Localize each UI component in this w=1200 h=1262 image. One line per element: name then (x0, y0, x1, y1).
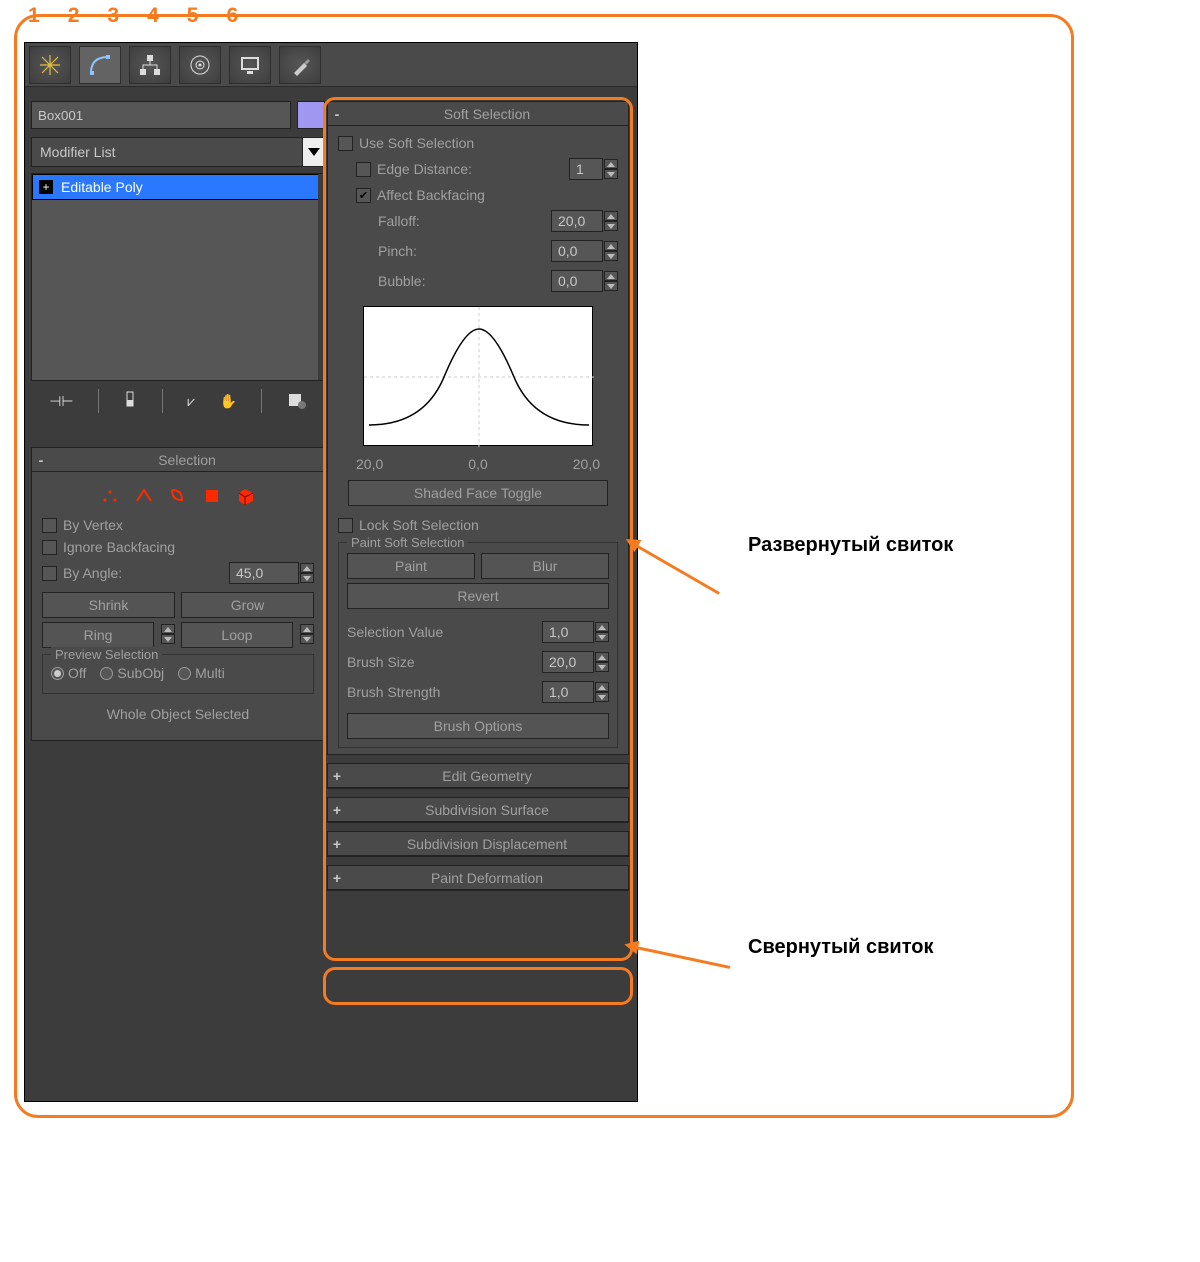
grow-button[interactable]: Grow (181, 592, 314, 618)
selection-value-spinner[interactable]: 1,0 (542, 620, 609, 644)
ring-button[interactable]: Ring (42, 622, 154, 648)
callout-collapsed: Свернутый свиток (636, 936, 1106, 959)
selection-status: Whole Object Selected (42, 694, 314, 734)
brush-options-button[interactable]: Brush Options (347, 713, 609, 739)
make-unique-icon[interactable]: ⩗ (187, 393, 195, 410)
minus-icon: - (32, 452, 50, 468)
stack-item-label: Editable Poly (61, 179, 143, 195)
object-color-swatch[interactable] (297, 101, 325, 129)
paint-deformation-rollout: +Paint Deformation (327, 865, 629, 891)
by-angle-spinner[interactable]: 45,0 (229, 561, 314, 585)
paint-button[interactable]: Paint (347, 553, 475, 579)
soft-selection-rollout: - Soft Selection Use Soft Selection Edge… (327, 101, 629, 755)
edge-level-icon[interactable] (132, 484, 156, 508)
minus-icon: - (328, 106, 346, 122)
panel-tabs (25, 43, 637, 87)
hierarchy-tab[interactable] (129, 46, 171, 84)
display-tab[interactable] (229, 46, 271, 84)
edit-geometry-rollout: +Edit Geometry (327, 763, 629, 789)
brush-size-spinner[interactable]: 20,0 (542, 650, 609, 674)
loop-spinner[interactable] (299, 622, 314, 646)
subdivision-surface-rollout: +Subdivision Surface (327, 797, 629, 823)
subobject-level-icons (42, 478, 314, 514)
motion-tab[interactable] (179, 46, 221, 84)
revert-button[interactable]: Revert (347, 583, 609, 609)
preview-subobj-radio[interactable] (100, 667, 113, 680)
by-angle-checkbox[interactable] (42, 566, 57, 581)
polygon-level-icon[interactable] (200, 484, 224, 508)
soft-selection-header[interactable]: - Soft Selection (328, 102, 628, 126)
edge-distance-spinner[interactable]: 1 (569, 157, 618, 181)
tab-number-labels: 1 2 3 4 5 6 (28, 4, 238, 28)
paint-soft-selection-group: Paint Soft Selection Paint Blur Revert S… (338, 542, 618, 748)
affect-backfacing-checkbox[interactable] (356, 188, 371, 203)
by-vertex-checkbox[interactable] (42, 518, 57, 533)
use-soft-selection-checkbox[interactable] (338, 136, 353, 151)
preview-off-radio[interactable] (51, 667, 64, 680)
lock-soft-selection-checkbox[interactable] (338, 518, 353, 533)
show-end-result-icon[interactable] (123, 390, 137, 413)
subdivision-surface-header[interactable]: +Subdivision Surface (328, 798, 628, 822)
falloff-curve-graph (363, 306, 593, 446)
brush-strength-spinner[interactable]: 1,0 (542, 680, 609, 704)
create-tab[interactable] (29, 46, 71, 84)
blur-button[interactable]: Blur (481, 553, 609, 579)
plus-icon: + (328, 836, 346, 852)
modifier-list-label: Modifier List (32, 144, 302, 160)
configure-sets-icon[interactable] (287, 390, 307, 413)
bubble-spinner[interactable]: 0,0 (551, 269, 618, 293)
stack-scrollbar[interactable] (318, 174, 324, 380)
command-panel: Modifier List + Editable Poly ⊣⊢ ⩗ ✋ - S… (24, 42, 638, 1102)
ignore-backfacing-checkbox[interactable] (42, 540, 57, 555)
curve-axis-labels: 20,00,020,0 (338, 456, 618, 472)
ring-spinner[interactable] (160, 622, 175, 646)
modify-tab[interactable] (79, 46, 121, 84)
subdivision-displacement-rollout: +Subdivision Displacement (327, 831, 629, 857)
plus-icon: + (328, 768, 346, 784)
falloff-spinner[interactable]: 20,0 (551, 209, 618, 233)
object-name-field[interactable] (31, 101, 291, 129)
plus-icon: + (328, 802, 346, 818)
pin-stack-icon[interactable]: ⊣⊢ (49, 393, 73, 410)
preview-multi-radio[interactable] (178, 667, 191, 680)
modifier-list-dropdown[interactable]: Modifier List (31, 137, 325, 167)
selection-rollout-header[interactable]: - Selection (32, 448, 324, 472)
callout-expanded: Развернутый свиток (636, 534, 1106, 557)
pinch-spinner[interactable]: 0,0 (551, 239, 618, 263)
chevron-down-icon (302, 138, 324, 166)
loop-button[interactable]: Loop (181, 622, 293, 648)
plus-icon: + (328, 870, 346, 886)
selection-rollout: - Selection By Vertex Ignore Backfacing … (31, 447, 325, 741)
border-level-icon[interactable] (166, 484, 190, 508)
edge-distance-checkbox[interactable] (356, 162, 371, 177)
highlight-collapsed-rollout (323, 967, 633, 1005)
stack-item-editable-poly[interactable]: + Editable Poly (32, 174, 324, 200)
subdivision-displacement-header[interactable]: +Subdivision Displacement (328, 832, 628, 856)
element-level-icon[interactable] (234, 484, 258, 508)
shrink-button[interactable]: Shrink (42, 592, 175, 618)
stack-toolbar: ⊣⊢ ⩗ ✋ (31, 385, 325, 417)
remove-modifier-icon[interactable]: ✋ (220, 393, 237, 410)
shaded-face-toggle-button[interactable]: Shaded Face Toggle (348, 480, 608, 506)
preview-selection-group: Preview Selection Off SubObj Multi (42, 654, 314, 694)
vertex-level-icon[interactable] (98, 484, 122, 508)
expand-icon[interactable]: + (39, 180, 53, 194)
utilities-tab[interactable] (279, 46, 321, 84)
edit-geometry-header[interactable]: +Edit Geometry (328, 764, 628, 788)
modifier-stack[interactable]: + Editable Poly (31, 173, 325, 381)
paint-deformation-header[interactable]: +Paint Deformation (328, 866, 628, 890)
